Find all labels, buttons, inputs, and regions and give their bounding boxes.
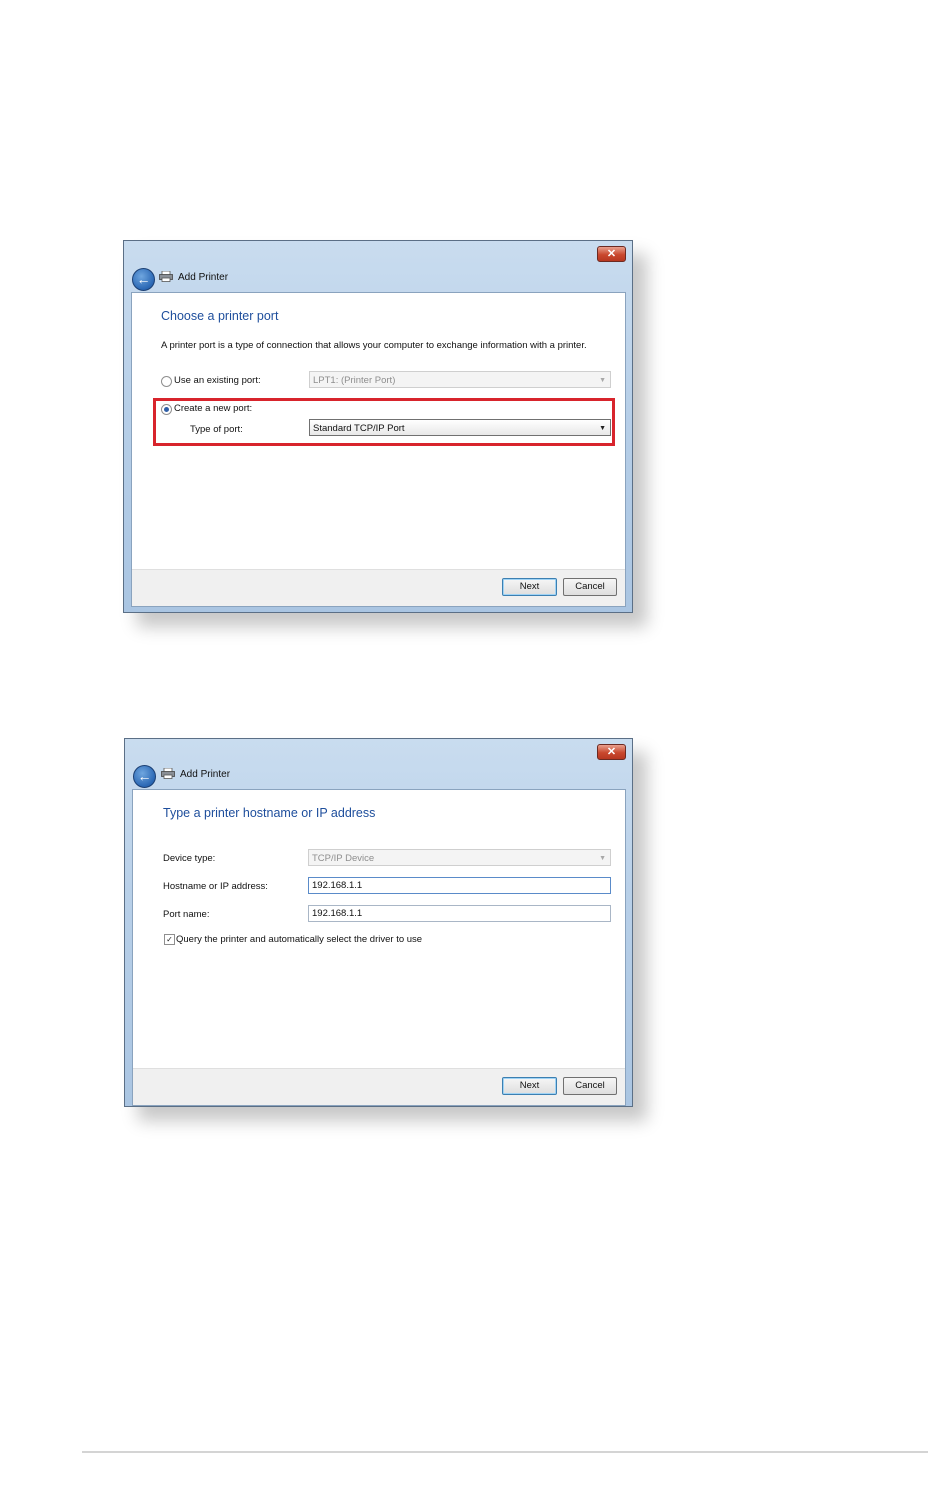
query-printer-label[interactable]: Query the printer and automatically sele… [176, 934, 422, 945]
existing-port-select: LPT1: (Printer Port) ▼ [309, 371, 611, 388]
printer-icon [159, 271, 173, 282]
page-heading: Choose a printer port [161, 309, 279, 323]
port-name-input[interactable]: 192.168.1.1 [308, 905, 611, 922]
close-icon: ✕ [606, 248, 617, 260]
use-existing-port-radio[interactable] [161, 376, 172, 387]
add-printer-dialog-port: ✕ ← Add Printer Choose a printer port A … [123, 240, 633, 613]
dialog-footer: Next Cancel [132, 569, 625, 606]
device-type-value: TCP/IP Device [312, 853, 375, 864]
cancel-button[interactable]: Cancel [563, 578, 617, 596]
add-printer-dialog-hostname: ✕ ← Add Printer Type a printer hostname … [124, 738, 633, 1107]
dialog-content: Choose a printer port A printer port is … [131, 292, 626, 607]
use-existing-port-label[interactable]: Use an existing port: [174, 375, 261, 386]
check-icon: ✓ [166, 935, 173, 944]
dialog-footer: Next Cancel [133, 1068, 625, 1105]
back-arrow-icon: ← [136, 271, 151, 287]
close-icon: ✕ [606, 746, 617, 758]
hostname-input[interactable]: 192.168.1.1 [308, 877, 611, 894]
page-heading: Type a printer hostname or IP address [163, 806, 376, 820]
back-button[interactable]: ← [133, 765, 156, 788]
device-type-label: Device type: [163, 853, 216, 864]
back-arrow-icon: ← [137, 768, 152, 784]
window-title: Add Printer [178, 272, 229, 283]
query-printer-checkbox[interactable]: ✓ [164, 934, 175, 945]
existing-port-value: LPT1: (Printer Port) [313, 375, 396, 386]
printer-icon [161, 768, 175, 779]
hostname-label: Hostname or IP address: [163, 881, 268, 892]
chevron-down-icon: ▼ [599, 377, 606, 384]
next-button[interactable]: Next [502, 578, 557, 596]
device-type-select: TCP/IP Device ▼ [308, 849, 611, 866]
dialog-content: Type a printer hostname or IP address De… [132, 789, 626, 1106]
cancel-button[interactable]: Cancel [563, 1077, 617, 1095]
window-title: Add Printer [180, 769, 231, 780]
close-button[interactable]: ✕ [597, 744, 626, 760]
highlight-box [153, 398, 615, 446]
port-name-label: Port name: [163, 909, 210, 920]
back-button[interactable]: ← [132, 268, 155, 291]
description-text: A printer port is a type of connection t… [161, 340, 587, 351]
next-button[interactable]: Next [502, 1077, 557, 1095]
chevron-down-icon: ▼ [599, 855, 606, 862]
page-divider [82, 1451, 928, 1453]
close-button[interactable]: ✕ [597, 246, 626, 262]
